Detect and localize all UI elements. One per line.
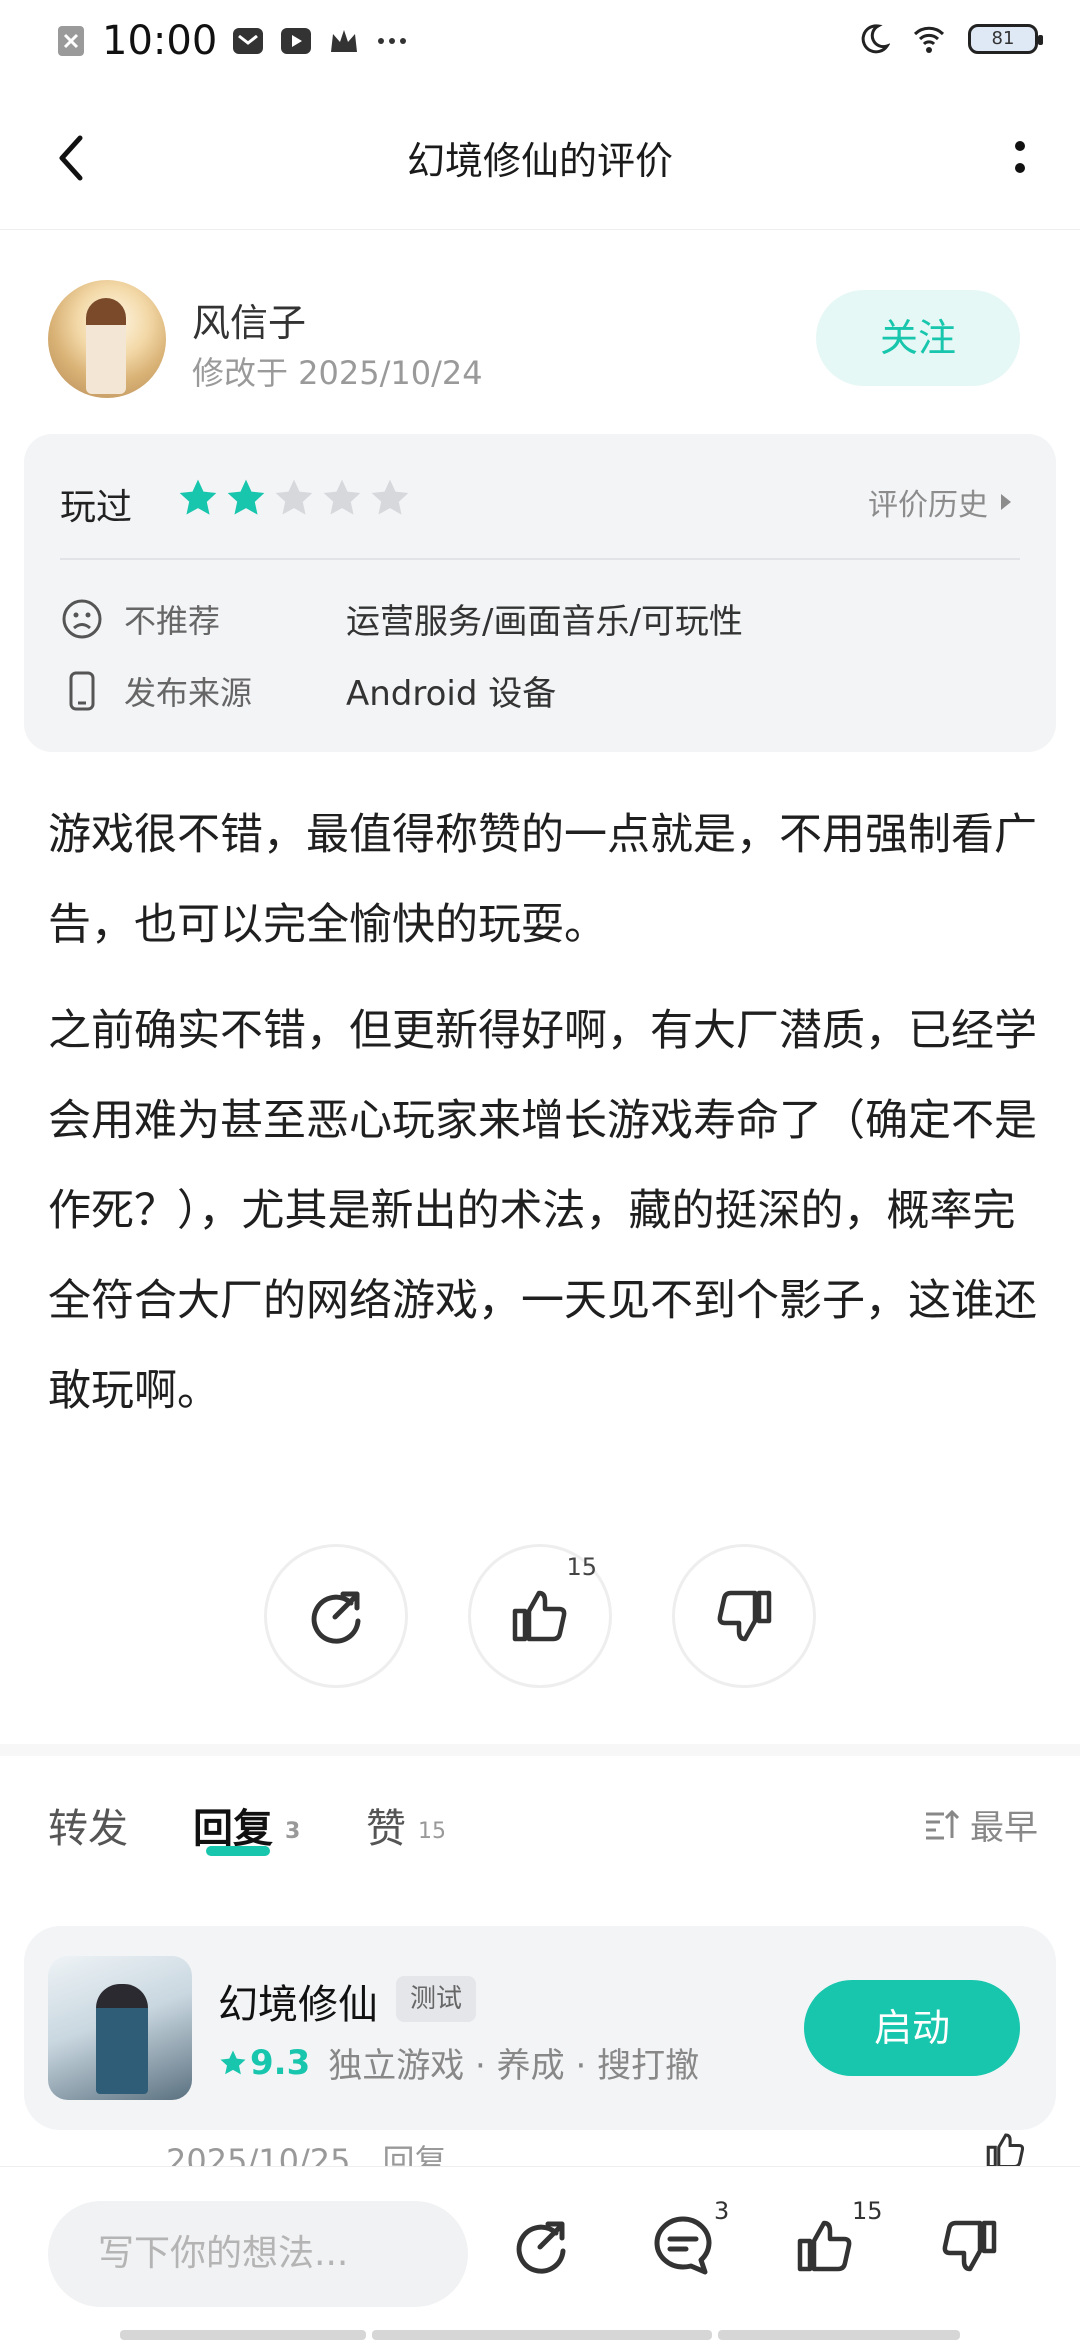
author-row: 风信子 修改于 2025/10/24 关注 [48,272,1038,402]
like-count: 15 [566,1553,597,1581]
bottom-bar: 写下你的想法... 3 15 [0,2166,1080,2340]
source-value: Android 设备 [346,674,557,714]
mail-icon [233,28,264,54]
game-status-badge: 测试 [396,1976,477,2022]
tab-repost[interactable]: 转发 [48,1796,128,1854]
author-name[interactable]: 风信子 [192,292,306,347]
star-icon [323,479,361,515]
game-meta: 9.3 独立游戏 · 养成 · 搜打撤 [218,2038,699,2087]
source-key: 发布来源 [124,673,253,712]
recommend-row: 不推荐 运营服务/画面音乐/可玩性 [60,594,743,643]
launch-button[interactable]: 启动 [804,1980,1020,2076]
sort-button[interactable]: 最早 [924,1800,1038,1849]
tab-reply-count: 3 [285,1818,301,1844]
rating-history-label: 评价历史 [868,488,988,523]
phone-icon [69,671,95,710]
divider [60,558,1020,560]
rating-card: 玩过 评价历史 不推荐 运营服务/画面音乐/可玩性 发布来源 Android 设… [24,434,1056,752]
game-score-value: 9.3 [250,2042,311,2083]
follow-button[interactable]: 关注 [816,290,1020,386]
caret-right-icon [1001,494,1011,510]
comment-count: 3 [714,2197,730,2225]
share-button[interactable] [264,1544,408,1688]
review-body: 游戏很不错，最值得称赞的一点就是，不用强制看广告，也可以完全愉快的玩耍。 之前确… [48,790,1038,1436]
recommend-value: 运营服务/画面音乐/可玩性 [346,602,743,642]
game-card[interactable]: 幻境修仙 测试 9.3 独立游戏 · 养成 · 搜打撤 启动 [24,1926,1056,2130]
star-icon [275,479,313,515]
thumbs-down-icon[interactable] [934,2211,1004,2281]
comment-meta: 2025/10/25 回复 [166,2142,447,2170]
page-title: 幻境修仙的评价 [406,139,673,183]
star-icon [179,479,217,515]
sad-face-icon [62,599,102,638]
close-notification-icon [58,26,84,56]
like-button[interactable]: 15 [468,1544,612,1688]
tab-like-count: 15 [418,1818,446,1844]
like-count: 15 [852,2197,883,2225]
star-icon [227,479,265,515]
top-bar: 幻境修仙的评价 [0,100,1080,230]
share-icon [311,1591,361,1644]
interaction-tabs: 转发 回复 3 赞 15 最早 [48,1796,1038,1866]
status-time: 10:00 [102,18,218,64]
active-tab-indicator [206,1846,270,1856]
moon-icon [861,24,890,54]
thumbs-down-icon [717,1590,772,1642]
tab-like[interactable]: 赞 15 [366,1796,446,1854]
more-options-icon[interactable] [1000,128,1040,188]
section-separator [0,1744,1080,1756]
review-actions: 15 [264,1544,816,1688]
review-paragraph: 之前确实不错，但更新得好啊，有大厂潜质，已经学会用难为甚至恶心玩家来增长游戏寿命… [48,1006,1037,1416]
comment-icon[interactable] [648,2211,718,2281]
nav-hint-bar [718,2330,960,2340]
game-name: 幻境修仙 [218,1982,378,2028]
thumbs-up-icon [512,1590,567,1642]
avatar[interactable] [48,280,166,398]
more-notifications-icon [378,38,407,44]
review-edit-date: 修改于 2025/10/24 [192,354,483,392]
star-icon [371,479,409,515]
tab-repost-label: 转发 [48,1806,128,1852]
battery-icon: 81 [968,24,1043,54]
video-app-icon [281,28,312,54]
tab-like-label: 赞 [366,1806,406,1852]
recommend-key: 不推荐 [124,601,221,640]
played-label: 玩过 [60,487,133,528]
nav-hint-bar [372,2330,712,2340]
share-icon[interactable] [506,2211,576,2281]
thumbs-up-icon[interactable] [790,2211,860,2281]
crown-icon [331,30,358,52]
rating-history-link[interactable]: 评价历史 [868,480,1014,524]
comment-input[interactable]: 写下你的想法... [48,2201,468,2307]
sort-icon [926,1809,960,1839]
source-row: 发布来源 Android 设备 [60,666,556,715]
game-tags: 独立游戏 · 养成 · 搜打撤 [328,2046,700,2086]
thumbs-up-icon[interactable] [980,2128,1028,2170]
review-paragraph: 游戏很不错，最值得称赞的一点就是，不用强制看广告，也可以完全愉快的玩耍。 [48,810,1037,950]
nav-hint-bar [120,2330,366,2340]
game-score: 9.3 [218,2043,310,2083]
status-bar: 10:00 81 [0,0,1080,84]
star-icon [220,2050,246,2074]
wifi-icon [913,26,945,53]
game-icon [48,1956,192,2100]
sort-label: 最早 [970,1808,1038,1848]
star-rating [176,476,412,520]
dislike-button[interactable] [672,1544,816,1688]
